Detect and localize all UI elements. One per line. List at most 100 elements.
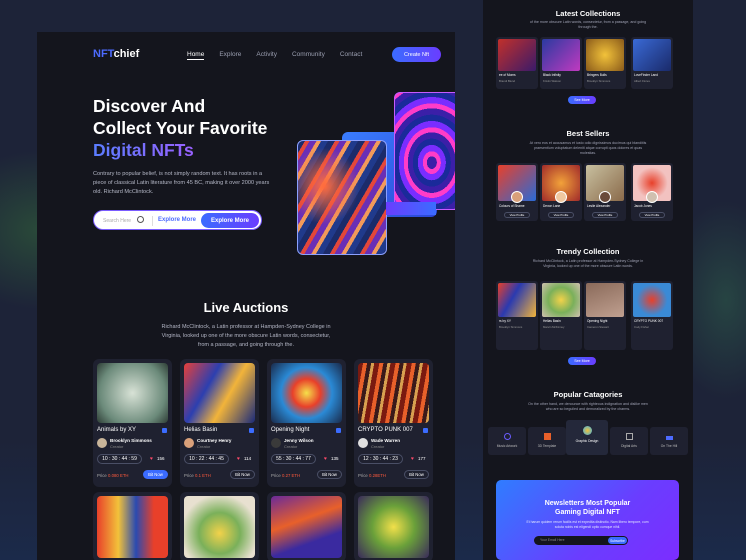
category-label: Digital Arts [621, 444, 637, 448]
search-input[interactable]: Search Here [103, 218, 131, 224]
live-auctions-title: Live Auctions [203, 300, 289, 315]
countdown-timer: 55 : 30 : 44 : 77 [271, 454, 316, 464]
category-label: 3D Template [537, 444, 557, 448]
category-3d-template[interactable]: 3D Template [528, 427, 566, 455]
card-image [633, 283, 671, 317]
see-more-button[interactable]: See More [568, 96, 596, 104]
like-count: 114 [244, 456, 252, 461]
verified-icon [423, 428, 428, 433]
collection-card[interactable]: LoveFinder Land Albert Flores [631, 37, 673, 89]
nav-activity[interactable]: Activity [256, 51, 277, 60]
hero-title-line-3: Digital NFTs [93, 139, 267, 161]
subscribe-button[interactable]: Subscribe [608, 537, 627, 544]
newsletter-banner: Newsletters Most Popular Gaming Digital N… [496, 480, 679, 560]
nav-explore[interactable]: Explore [219, 51, 241, 60]
auction-card[interactable]: Helias Basin Courtney Henry Creator 10 :… [180, 359, 259, 487]
trendy-card[interactable]: CRYPTO PUNK 007 Cody Fisher [631, 281, 673, 350]
auction-card[interactable] [93, 492, 172, 560]
card-title: CRYPTO PUNK 007 [358, 427, 413, 433]
price-line: Price 0.27 ETH [271, 473, 300, 478]
card-image [271, 363, 342, 423]
music-icon [503, 433, 511, 440]
auction-card[interactable] [180, 492, 259, 560]
auction-card[interactable]: Opening Night Jenny Wilson Creator 55 : … [267, 359, 346, 487]
price-label: Price [97, 473, 107, 478]
seller-card[interactable]: Devon Lane View Profile [540, 163, 582, 221]
explore-more-link[interactable]: Explore More [158, 217, 196, 223]
seller-card[interactable]: Leslie Alexander View Profile [584, 163, 626, 221]
explore-more-button[interactable]: Explore More [201, 213, 259, 228]
nav-community[interactable]: Community [292, 51, 325, 60]
best-sellers-description: At vero eos et accusamus et iusto odio d… [529, 141, 647, 155]
price-value: 0.080 ETH [108, 473, 129, 478]
create-nft-button[interactable]: Create Nft [392, 47, 441, 62]
price-value: 0.27 ETH [282, 473, 301, 478]
hero-art-right [394, 92, 455, 210]
heart-icon[interactable]: ♥ [411, 456, 414, 462]
heart-icon[interactable]: ♥ [237, 456, 240, 462]
view-profile-button[interactable]: View Profile [504, 212, 530, 218]
card-image [358, 496, 429, 558]
seller-name: Jacob Jones [634, 204, 652, 208]
category-label: On The Hill [660, 444, 678, 448]
category-digital-arts[interactable]: Digital Arts [610, 427, 648, 455]
hero-title-line-2: Collect Your Favorite [93, 118, 268, 138]
heart-icon[interactable]: ♥ [150, 456, 153, 462]
card-image [498, 39, 536, 71]
auction-card[interactable]: CRYPTO PUNK 007 Wade Warren Creator 12 :… [354, 359, 433, 487]
search-icon[interactable] [137, 216, 144, 223]
seller-card[interactable]: Colours of Shame View Profile [496, 163, 538, 221]
trendy-card[interactable]: Opening Night Cameron Stewart [584, 281, 626, 350]
bid-now-button[interactable]: Bit Now [404, 470, 429, 479]
view-profile-button[interactable]: View Profile [639, 212, 665, 218]
auction-card[interactable] [354, 492, 433, 560]
bid-now-button[interactable]: Bit Now [317, 470, 342, 479]
like-count: 135 [331, 456, 339, 461]
nav-contact[interactable]: Contact [340, 51, 362, 60]
seller-card[interactable]: Jacob Jones View Profile [631, 163, 673, 221]
price-value: 0.1 ETH [195, 473, 211, 478]
avatar [271, 438, 281, 448]
divider [152, 216, 153, 226]
card-image [184, 363, 255, 423]
card-image [97, 363, 168, 423]
category-music-artwork[interactable]: Music Artwork [488, 427, 526, 455]
heart-icon[interactable]: ♥ [324, 456, 327, 462]
card-title: LoveFinder Land [634, 73, 658, 77]
auction-card[interactable]: Animals by XY Brooklyn Simmons Creator 1… [93, 359, 172, 487]
hero-description: Contrary to popular belief, is not simpl… [93, 171, 270, 195]
logo[interactable]: NFTchief [93, 48, 139, 60]
collection-card[interactable]: Black Infinity Kristin Watson [540, 37, 582, 89]
auction-card[interactable] [267, 492, 346, 560]
bid-now-button[interactable]: Bit Now [143, 470, 168, 479]
card-title: CRYPTO PUNK 007 [634, 319, 664, 323]
collection-card[interactable]: ee of Moms Brandi Blend [496, 37, 538, 89]
card-creator: Albert Flores [634, 79, 650, 83]
view-profile-button[interactable]: View Profile [548, 212, 574, 218]
trendy-card[interactable]: rs by XY Brooklyn Simmons [496, 281, 538, 350]
card-image [633, 39, 671, 71]
seller-name: Colours of Shame [499, 204, 525, 208]
avatar [511, 191, 523, 203]
top-nav: NFTchief Home Explore Activity Community… [37, 47, 455, 64]
verified-icon [162, 428, 167, 433]
card-image [271, 496, 342, 558]
category-on-the-hill[interactable]: On The Hill [650, 427, 688, 455]
card-title: Helias Basin [543, 319, 561, 323]
creator-name: Wade Warren [371, 438, 401, 443]
view-profile-button[interactable]: View Profile [592, 212, 618, 218]
trendy-card[interactable]: Helias Basin Marvin McKinney [540, 281, 582, 350]
avatar [555, 191, 567, 203]
newsletter-description: Et harum quidem rerum facilis est et exp… [526, 520, 649, 529]
collection-card[interactable]: Bringers Bulls Brooklyn Simmons [584, 37, 626, 89]
hero-art-accent [386, 202, 436, 215]
see-more-button[interactable]: See More [568, 357, 596, 365]
price-line: Price 0.28ETH [358, 473, 386, 478]
category-graphic-design[interactable]: Graphic Design [566, 420, 608, 455]
like-count: 156 [157, 456, 165, 461]
creator-role: Creator [284, 444, 298, 449]
verified-icon [249, 428, 254, 433]
card-title: Bringers Bulls [587, 73, 607, 77]
nav-home[interactable]: Home [187, 51, 205, 60]
bid-now-button[interactable]: Bit Now [230, 470, 255, 479]
